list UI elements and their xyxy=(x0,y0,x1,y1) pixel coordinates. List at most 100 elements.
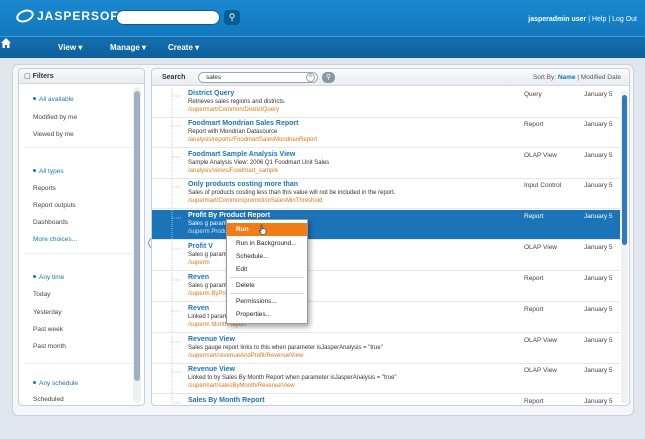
result-title[interactable]: Foodmart Mondrian Sales Report xyxy=(188,120,298,127)
filter-modified-by-me[interactable]: Modified by me xyxy=(33,114,77,121)
global-search-button[interactable]: ⚲ xyxy=(224,10,240,25)
menu-run-in-background[interactable]: Run in Background... xyxy=(227,237,307,250)
chevron-down-icon: ▾ xyxy=(195,43,200,52)
tree-connector-icon xyxy=(171,334,182,364)
filter-past-week[interactable]: Past week xyxy=(33,326,63,333)
result-title[interactable]: Reven xyxy=(188,274,209,281)
nav-view[interactable]: View ▾ xyxy=(58,43,82,52)
result-row[interactable]: Revenue View Linked to by Sales By Month … xyxy=(152,364,620,394)
filter-more-choices[interactable]: More choices... xyxy=(33,236,77,243)
result-row[interactable]: RevenLinked t parameter isJasperAnalysis… xyxy=(152,303,620,333)
result-type: Report xyxy=(524,275,544,282)
filter-scheduled[interactable]: Scheduled xyxy=(33,396,64,403)
filter-all-available[interactable]: All available xyxy=(33,96,74,103)
result-description: Linked to by Sales By Month Report when … xyxy=(188,375,397,381)
result-row[interactable]: Foodmart Mondrian Sales Report Report wit… xyxy=(152,118,620,148)
result-row[interactable]: Profit By Product Report Sales g paramete… xyxy=(152,210,620,240)
result-path: /supermart/Common/DistrictQuery xyxy=(188,107,280,113)
chevron-down-icon: ▾ xyxy=(78,43,83,52)
tree-connector-icon xyxy=(171,364,182,394)
menu-delete[interactable]: Delete xyxy=(227,279,307,292)
sort-label: Sort By: xyxy=(532,74,557,81)
filter-dashboards[interactable]: Dashboards xyxy=(33,219,68,226)
global-search-input[interactable] xyxy=(116,10,220,25)
result-title[interactable]: Reven xyxy=(188,305,209,312)
user-links: jasperadmin user | Help | Log Out xyxy=(528,16,637,23)
sort-by-date[interactable]: Modified Date xyxy=(581,74,621,81)
result-row[interactable]: RevenSales g parameter isJasperAnalysis … xyxy=(152,272,620,302)
result-type: Report xyxy=(524,213,544,220)
menu-divider xyxy=(230,293,304,294)
filter-all-types[interactable]: All types xyxy=(33,168,64,175)
result-title[interactable]: Profit By Product Report xyxy=(188,212,270,219)
result-row[interactable]: Profit VSales g parameter isJasperAnalys… xyxy=(152,241,620,271)
filter-label: All available xyxy=(39,96,74,103)
filter-any-schedule[interactable]: Any schedule xyxy=(33,380,78,387)
logo-text: JASPERSOFT xyxy=(37,9,128,23)
filter-today[interactable]: Today xyxy=(33,291,50,298)
tree-connector-icon xyxy=(171,118,182,148)
result-date: January 5 xyxy=(584,182,613,189)
result-title[interactable]: Revenue View xyxy=(188,336,235,343)
result-description: Retrieves sales regions and districts. xyxy=(188,99,286,105)
result-row[interactable]: District Query Retrieves sales regions an… xyxy=(152,88,620,118)
result-type: Report xyxy=(524,306,544,313)
logout-link[interactable]: Log Out xyxy=(612,16,637,23)
selected-dot-icon xyxy=(33,381,36,384)
result-row[interactable]: Foodmart Sample Analysis View Sample Anal… xyxy=(152,149,620,179)
result-title[interactable]: Profit V xyxy=(188,243,213,250)
result-title[interactable]: Only products costing more than xyxy=(188,181,298,188)
result-type: OLAP View xyxy=(524,337,558,344)
result-date: January 5 xyxy=(584,121,613,128)
filter-viewed-by-me[interactable]: Viewed by me xyxy=(33,131,74,138)
search-button[interactable]: ⚲ xyxy=(322,72,335,83)
nav-create[interactable]: Create ▾ xyxy=(168,43,199,52)
collapse-icon[interactable]: ▢ xyxy=(24,73,31,80)
result-date: January 5 xyxy=(584,398,613,405)
tree-connector-icon xyxy=(171,149,182,179)
result-row[interactable]: Revenue View Sales gauge report links to … xyxy=(152,334,620,364)
sort-by-name[interactable]: Name xyxy=(558,74,576,81)
help-link[interactable]: Help xyxy=(592,16,606,23)
logo: JASPERSOFT xyxy=(14,7,128,25)
search-label: Search xyxy=(162,74,186,81)
result-type: OLAP View xyxy=(524,244,558,251)
filter-yesterday[interactable]: Yesterday xyxy=(33,309,62,316)
result-title[interactable]: Revenue View xyxy=(188,366,235,373)
search-value: sales xyxy=(206,74,222,81)
home-icon[interactable] xyxy=(0,37,12,49)
menu-schedule[interactable]: Schedule... xyxy=(227,250,307,263)
filters-scrollbar-thumb[interactable] xyxy=(134,91,140,381)
filter-label: Any time xyxy=(39,274,65,281)
result-row[interactable]: Only products costing more than Sales of … xyxy=(152,179,620,209)
filter-any-time[interactable]: Any time xyxy=(33,274,64,281)
results-scrollbar-thumb[interactable] xyxy=(622,95,627,245)
clear-search-icon[interactable]: × xyxy=(306,73,315,82)
hand-cursor-icon xyxy=(259,224,267,235)
result-type: OLAP View xyxy=(524,367,558,374)
results-header: Search sales × ⚲ Sort By: Name | Modifie… xyxy=(152,69,629,86)
divider xyxy=(25,147,133,148)
filter-past-month[interactable]: Past month xyxy=(33,343,66,350)
filter-label: Any schedule xyxy=(39,380,79,387)
divider xyxy=(25,253,133,254)
search-input[interactable]: sales xyxy=(198,72,318,83)
nav-manage[interactable]: Manage ▾ xyxy=(110,43,146,52)
selected-dot-icon xyxy=(33,275,36,278)
result-description: Report with Mondrian Datasource xyxy=(188,129,278,135)
result-description: Sales of products costing less than this… xyxy=(188,190,396,196)
result-type: OLAP View xyxy=(524,152,558,159)
result-path: /analysis/views/Foodmart_sample xyxy=(188,168,279,174)
tree-connector-icon xyxy=(171,303,182,333)
result-title[interactable]: Sales By Month Report xyxy=(188,397,265,404)
result-title[interactable]: District Query xyxy=(188,90,234,97)
menu-properties[interactable]: Properties... xyxy=(227,308,307,321)
result-row[interactable]: Sales By Month Report Report January 5 xyxy=(152,395,620,405)
result-title[interactable]: Foodmart Sample Analysis View xyxy=(188,151,295,158)
tree-connector-icon xyxy=(171,210,182,240)
menu-edit[interactable]: Edit xyxy=(227,263,307,276)
menu-permissions[interactable]: Permissions... xyxy=(227,295,307,308)
filter-report-outputs[interactable]: Report outputs xyxy=(33,202,76,209)
filter-reports[interactable]: Reports xyxy=(33,185,56,192)
tree-connector-icon xyxy=(171,272,182,302)
